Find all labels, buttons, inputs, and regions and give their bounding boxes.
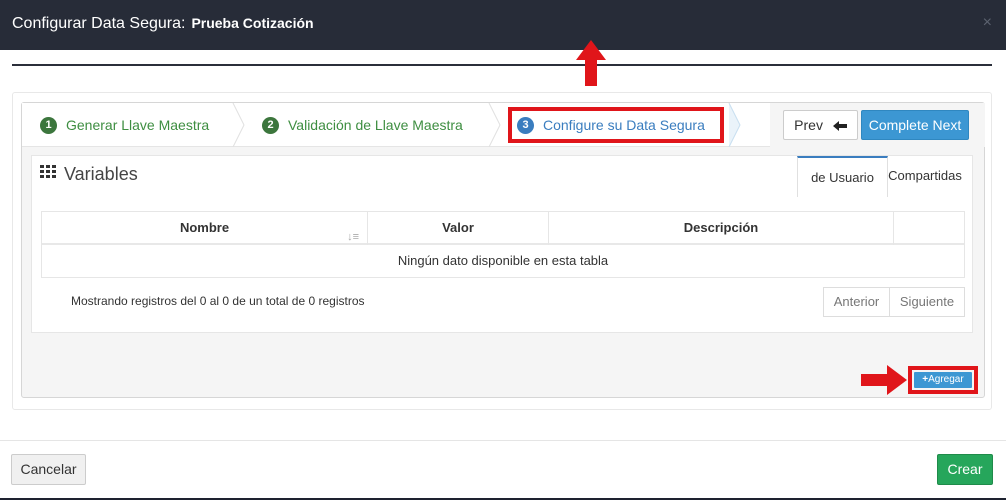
step-number: 2 [262, 116, 279, 134]
panel-title-text: Variables [64, 164, 138, 184]
close-icon[interactable]: × [983, 14, 992, 32]
column-header-nombre[interactable]: Nombre ↓≡ [42, 212, 368, 245]
tab-de-usuario[interactable]: de Usuario [797, 156, 888, 197]
chevron-right-icon [232, 103, 246, 147]
complete-next-button[interactable]: Complete Next [861, 110, 969, 140]
wizard-steps: 1 Generar Llave Maestra 2 Validación de Ll… [22, 103, 770, 147]
annotation-highlight-box: +Agregar [908, 366, 978, 394]
divider [0, 440, 1006, 441]
previous-page-button[interactable]: Anterior [823, 287, 890, 317]
cancel-button[interactable]: Cancelar [11, 454, 86, 485]
wizard: 1 Generar Llave Maestra 2 Validación de Ll… [21, 102, 985, 398]
add-button[interactable]: +Agregar [914, 372, 972, 388]
annotation-arrow-right-icon [861, 365, 907, 395]
chevron-right-icon [728, 103, 742, 147]
column-header-actions [894, 212, 964, 245]
grid-icon [40, 163, 56, 184]
table-header: Nombre ↓≡ Valor Descripción [42, 212, 964, 245]
step-number: 1 [40, 116, 57, 134]
chevron-right-icon [488, 103, 502, 147]
column-header-descripcion[interactable]: Descripción [549, 212, 894, 245]
column-header-valor[interactable]: Valor [368, 212, 549, 245]
create-button[interactable]: Crear [937, 454, 993, 485]
wizard-nav: Prev Complete Next [770, 103, 985, 147]
prev-button[interactable]: Prev [783, 110, 858, 140]
wizard-step-2[interactable]: 2 Validación de Llave Maestra [262, 103, 463, 147]
annotation-highlight-box [508, 107, 724, 143]
wizard-step-1[interactable]: 1 Generar Llave Maestra [40, 103, 209, 147]
annotation-arrow-up-icon [576, 40, 606, 86]
modal-title: Configurar Data Segura: Prueba Cotización [12, 15, 314, 33]
divider [12, 64, 992, 66]
panel-title: Variables [40, 164, 138, 186]
step-label: Validación de Llave Maestra [288, 117, 463, 133]
tab-compartidas[interactable]: Compartidas [877, 156, 973, 197]
step-label: Generar Llave Maestra [66, 117, 210, 133]
prev-label: Prev [794, 117, 823, 133]
arrow-left-icon [832, 117, 847, 133]
variables-table: Nombre ↓≡ Valor Descripción Ningún dato … [41, 211, 965, 278]
next-page-button[interactable]: Siguiente [889, 287, 965, 317]
column-label: Nombre [179, 220, 230, 235]
table-info: Mostrando registros del 0 al 0 de un tot… [71, 294, 365, 308]
empty-table-message: Ningún dato disponible en esta tabla [42, 245, 964, 277]
variables-panel: Variables de Usuario Compartidas Nombre … [31, 155, 973, 333]
modal-header: Configurar Data Segura: Prueba Cotización… [0, 0, 1006, 50]
add-label: Agregar [928, 374, 964, 385]
modal-title-text: Configurar Data Segura: [12, 15, 186, 32]
modal-subtitle: Prueba Cotización [191, 15, 314, 31]
